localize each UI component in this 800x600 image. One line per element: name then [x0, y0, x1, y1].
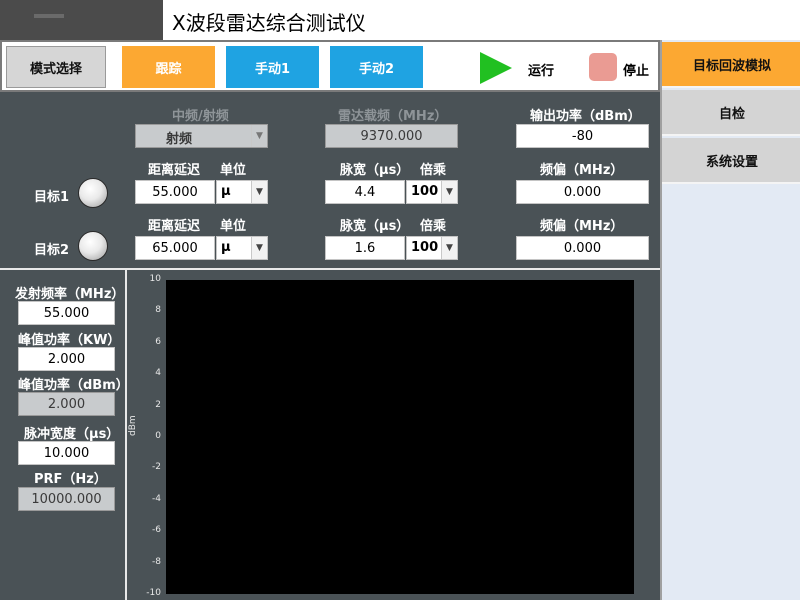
- nav-self-test[interactable]: 自检: [662, 90, 800, 136]
- output-power-label: 输出功率（dBm）: [530, 109, 641, 124]
- pulse-width-field-2[interactable]: 1.6: [325, 236, 405, 260]
- y-axis-label: dBm: [128, 415, 138, 436]
- carrier-freq-label: 雷达载频（MHz）: [338, 109, 448, 124]
- y-tick-label: 8: [155, 305, 161, 316]
- chevron-down-icon[interactable]: ▼: [251, 237, 267, 259]
- multiplier-value-1: 100: [411, 184, 439, 199]
- tab-tracking[interactable]: 跟踪: [122, 46, 215, 88]
- freq-offset-field-2[interactable]: 0.000: [516, 236, 649, 260]
- pulse-width-label-2: 脉宽（μs）: [340, 219, 410, 234]
- y-tick-label: 0: [155, 431, 161, 441]
- tx-freq-label: 发射频率（MHz）: [15, 287, 125, 302]
- chevron-down-icon[interactable]: ▼: [441, 181, 457, 203]
- logo-block: [0, 0, 163, 40]
- waveform-plot-area[interactable]: [166, 280, 634, 594]
- y-tick-label: -2: [152, 462, 161, 473]
- multiplier-label-1: 倍乘: [420, 163, 447, 178]
- multiplier-label-2: 倍乘: [420, 219, 447, 234]
- freq-offset-field-1[interactable]: 0.000: [516, 180, 649, 204]
- waveform-chart-panel: 10 8 6 4 2 0 -2 -4 -6 -8 -10 dBm: [127, 270, 660, 600]
- y-tick-label: -8: [152, 556, 161, 567]
- target-2-label: 目标2: [34, 243, 70, 258]
- if-rf-value: 射频: [166, 132, 193, 147]
- output-power-field[interactable]: -80: [516, 124, 649, 148]
- unit-select-1[interactable]: μ ▼: [216, 180, 268, 204]
- mode-toolbar: 模式选择 跟踪 手动1 手动2 运行 停止: [0, 40, 660, 92]
- measurement-panel: 发射频率（MHz） 55.000 峰值功率（KW） 2.000 峰值功率（dBm…: [0, 270, 129, 600]
- pulse-width-label-1: 脉宽（μs）: [340, 163, 410, 178]
- right-nav: 目标回波模拟 自检 系统设置: [660, 40, 800, 600]
- pulse-duration-field[interactable]: 10.000: [18, 441, 115, 465]
- multiplier-select-1[interactable]: 100 ▼: [406, 180, 458, 204]
- chevron-down-icon[interactable]: ▼: [441, 237, 457, 259]
- freq-offset-label-1: 频偏（MHz）: [540, 163, 624, 178]
- if-rf-select: 射频 ▼: [135, 124, 268, 148]
- y-tick-label: 10: [149, 274, 161, 284]
- unit-label-2: 单位: [220, 219, 247, 234]
- prf-label: PRF（Hz）: [34, 472, 107, 487]
- tab-manual-2[interactable]: 手动2: [330, 46, 423, 88]
- target-1-indicator[interactable]: [78, 178, 108, 208]
- target-2-indicator[interactable]: [78, 231, 108, 261]
- peak-dbm-label: 峰值功率（dBm）: [18, 378, 129, 393]
- if-rf-label: 中频/射频: [172, 109, 229, 124]
- y-tick-label: -6: [152, 525, 161, 536]
- stop-label[interactable]: 停止: [623, 60, 649, 79]
- pulse-duration-label: 脉冲宽度（μs）: [24, 427, 120, 442]
- run-play-icon[interactable]: [480, 52, 512, 84]
- y-tick-label: 6: [155, 336, 161, 347]
- unit-value-1: μ: [221, 184, 231, 199]
- range-delay-field-1[interactable]: 55.000: [135, 180, 215, 204]
- carrier-freq-field: 9370.000: [325, 124, 458, 148]
- peak-dbm-field: 2.000: [18, 392, 115, 416]
- run-label[interactable]: 运行: [528, 60, 554, 79]
- peak-kw-field[interactable]: 2.000: [18, 347, 115, 371]
- stop-icon[interactable]: [589, 53, 617, 81]
- unit-label-1: 单位: [220, 163, 247, 178]
- multiplier-select-2[interactable]: 100 ▼: [406, 236, 458, 260]
- nav-echo-simulation[interactable]: 目标回波模拟: [662, 42, 800, 88]
- range-delay-label-1: 距离延迟: [148, 163, 201, 178]
- app-title: X波段雷达综合测试仪: [172, 11, 366, 35]
- y-tick-label: -4: [152, 493, 161, 504]
- unit-select-2[interactable]: μ ▼: [216, 236, 268, 260]
- app-window: X波段雷达综合测试仪 模式选择 跟踪 手动1 手动2 运行 停止 目标回波模拟 …: [0, 0, 800, 600]
- freq-offset-label-2: 频偏（MHz）: [540, 219, 624, 234]
- range-delay-field-2[interactable]: 65.000: [135, 236, 215, 260]
- title-bar: X波段雷达综合测试仪: [0, 0, 800, 40]
- target-parameter-panel: 中频/射频 射频 ▼ 雷达载频（MHz） 9370.000 输出功率（dBm） …: [0, 92, 660, 270]
- multiplier-value-2: 100: [411, 240, 439, 255]
- chevron-down-icon[interactable]: ▼: [251, 181, 267, 203]
- y-tick-label: 4: [155, 368, 161, 379]
- tx-freq-field[interactable]: 55.000: [18, 301, 115, 325]
- y-tick-label: -10: [146, 588, 161, 598]
- nav-system-settings[interactable]: 系统设置: [662, 138, 800, 184]
- y-tick-label: 2: [155, 399, 161, 410]
- range-delay-label-2: 距离延迟: [148, 219, 201, 234]
- prf-field: 10000.000: [18, 487, 115, 511]
- mode-select-button[interactable]: 模式选择: [6, 46, 106, 88]
- target-1-label: 目标1: [34, 190, 70, 205]
- tab-manual-1[interactable]: 手动1: [226, 46, 319, 88]
- pulse-width-field-1[interactable]: 4.4: [325, 180, 405, 204]
- peak-kw-label: 峰值功率（KW）: [18, 333, 121, 348]
- chevron-down-icon: ▼: [251, 125, 267, 147]
- unit-value-2: μ: [221, 240, 231, 255]
